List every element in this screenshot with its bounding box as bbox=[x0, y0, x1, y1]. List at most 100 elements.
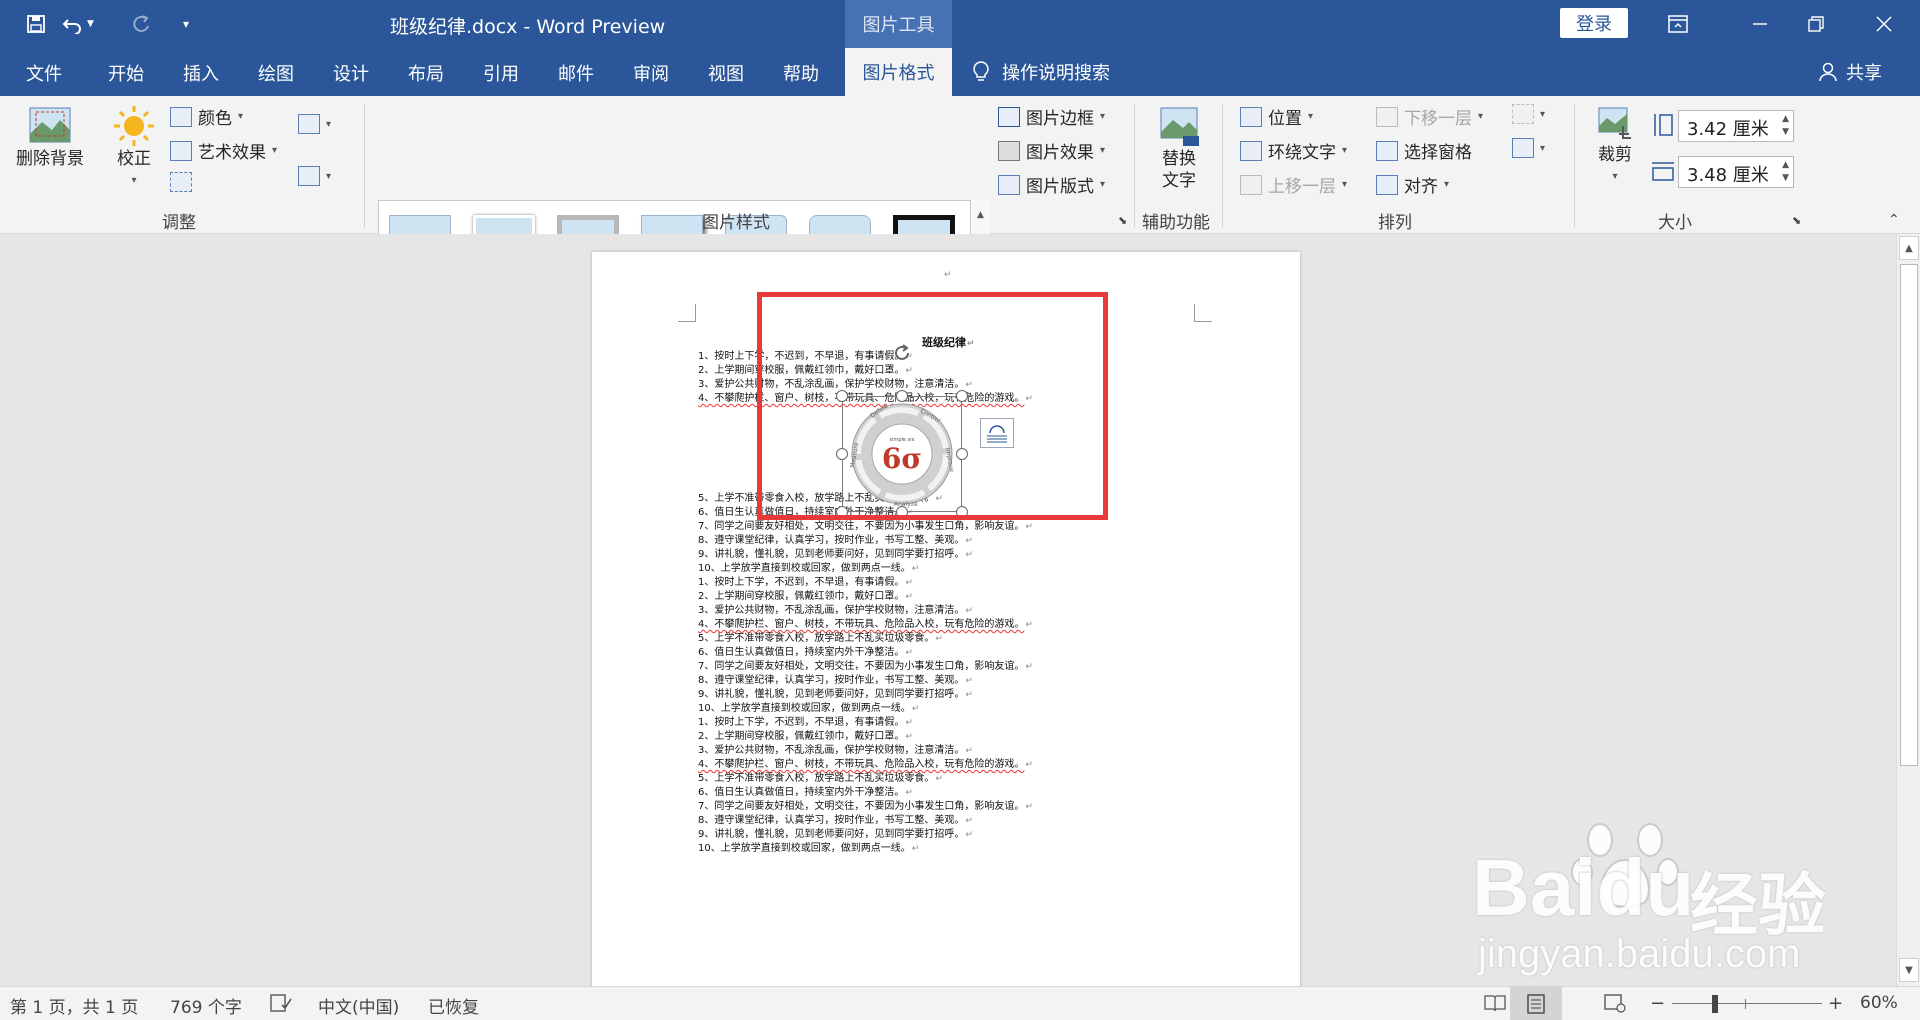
remove-background-button[interactable]: 删除背景 bbox=[12, 104, 88, 170]
document-paragraph[interactable]: 7、同学之间要友好相处，文明交往，不要因为小事发生口角，影响友谊。↵ bbox=[698, 520, 1033, 534]
tab-references[interactable]: 引用 bbox=[483, 60, 519, 86]
document-paragraph[interactable]: 4、不攀爬护栏、窗户、树枝，不带玩具、危险品入校，玩有危险的游戏。↵ bbox=[698, 758, 1033, 772]
zoom-in-icon[interactable]: + bbox=[1828, 993, 1843, 1014]
document-paragraph[interactable]: 3、爱护公共财物，不乱涂乱画，保护学校财物，注意清洁。↵ bbox=[698, 604, 973, 618]
paragraph-text: 5、上学不准带零食入校，放学路上不乱买垃圾零食。 bbox=[698, 773, 935, 784]
zoom-slider[interactable] bbox=[1672, 1003, 1822, 1004]
align-button[interactable]: 对齐 ▾ bbox=[1376, 172, 1449, 197]
picture-layout-button[interactable]: 图片版式 ▾ bbox=[998, 172, 1105, 197]
chevron-down-icon: ▾ bbox=[1342, 145, 1348, 156]
document-paragraph[interactable]: 5、上学不准带零食入校，放学路上不乱买垃圾零食。↵ bbox=[698, 772, 943, 786]
document-paragraph[interactable]: 9、讲礼貌，懂礼貌，见到老师要问好，见到同学要打招呼。↵ bbox=[698, 688, 973, 702]
document-paragraph[interactable]: 10、上学放学直接到校或回家，做到两点一线。↵ bbox=[698, 702, 919, 716]
artistic-effects-button[interactable]: 艺术效果 ▾ bbox=[170, 138, 277, 163]
scroll-down-icon[interactable]: ▼ bbox=[1899, 958, 1919, 982]
picture-effects-button[interactable]: 图片效果 ▾ bbox=[998, 138, 1105, 163]
sun-icon bbox=[114, 106, 154, 146]
vertical-scrollbar[interactable]: ▲ ▼ bbox=[1896, 234, 1920, 986]
document-paragraph[interactable]: 3、爱护公共财物，不乱涂乱画，保护学校财物，注意清洁。↵ bbox=[698, 744, 973, 758]
minimize-icon[interactable] bbox=[1730, 0, 1790, 48]
document-paragraph[interactable]: 5、上学不准带零食入校，放学路上不乱买垃圾零食。↵ bbox=[698, 632, 943, 646]
wrap-text-button[interactable]: 环绕文字 ▾ bbox=[1240, 138, 1347, 163]
width-spinner-icon[interactable]: ▲ ▼ bbox=[1782, 159, 1789, 185]
read-mode-icon[interactable] bbox=[1484, 993, 1506, 1018]
restore-icon[interactable] bbox=[1786, 0, 1846, 48]
scroll-thumb[interactable] bbox=[1900, 264, 1918, 766]
tab-design[interactable]: 设计 bbox=[333, 60, 369, 86]
document-paragraph[interactable]: 8、遵守课堂纪律，认真学习，按时作业，书写工整、美观。↵ bbox=[698, 674, 973, 688]
tab-help[interactable]: 帮助 bbox=[783, 60, 819, 86]
document-paragraph[interactable]: 4、不攀爬护栏、窗户、树枝，不带玩具、危险品入校，玩有危险的游戏。↵ bbox=[698, 618, 1033, 632]
document-paragraph[interactable]: 6、值日生认真做值日，持续室内外干净整洁。↵ bbox=[698, 786, 913, 800]
document-paragraph[interactable]: 7、同学之间要友好相处，文明交往，不要因为小事发生口角，影响友谊。↵ bbox=[698, 800, 1033, 814]
language-indicator[interactable]: 中文(中国) bbox=[318, 993, 399, 1018]
send-backward-button[interactable]: 下移一层 ▾ bbox=[1376, 104, 1483, 129]
customize-qat-icon[interactable]: ▾ bbox=[176, 10, 196, 38]
group-separator bbox=[1134, 104, 1135, 228]
zoom-slider-thumb[interactable] bbox=[1712, 995, 1718, 1013]
word-count[interactable]: 769 个字 bbox=[170, 993, 242, 1018]
zoom-level[interactable]: 60% bbox=[1860, 993, 1898, 1013]
height-input[interactable]: 3.42 厘米 ▲ ▼ bbox=[1678, 110, 1794, 142]
tell-me-search[interactable]: 操作说明搜索 bbox=[972, 59, 1110, 85]
alt-text-button[interactable]: 替换 文字 bbox=[1150, 104, 1208, 192]
document-paragraph[interactable]: 1、按时上下学，不迟到，不早退，有事请假。↵ bbox=[698, 716, 913, 730]
tab-review[interactable]: 审阅 bbox=[633, 60, 669, 86]
corrections-button[interactable]: 校正 ▾ bbox=[108, 104, 160, 192]
chevron-up-icon[interactable]: ▲ bbox=[977, 210, 984, 220]
height-spinner-icon[interactable]: ▲ ▼ bbox=[1782, 113, 1789, 139]
tab-file[interactable]: 文件 bbox=[26, 60, 62, 86]
document-paragraph[interactable]: 1、按时上下学，不迟到，不早退，有事请假。↵ bbox=[698, 576, 913, 590]
color-button[interactable]: 颜色 ▾ bbox=[170, 104, 243, 129]
width-input[interactable]: 3.48 厘米 ▲ ▼ bbox=[1678, 156, 1794, 188]
page-count[interactable]: 第 1 页，共 1 页 bbox=[10, 993, 138, 1018]
height-value: 3.42 厘米 bbox=[1687, 119, 1769, 140]
dialog-launcher-icon[interactable]: ⬊ bbox=[1118, 214, 1127, 227]
document-paragraph[interactable]: 2、上学期间穿校服，佩戴红领巾，戴好口罩。↵ bbox=[698, 590, 913, 604]
document-paragraph[interactable]: 10、上学放学直接到校或回家，做到两点一线。↵ bbox=[698, 562, 919, 576]
bring-forward-button[interactable]: 上移一层 ▾ bbox=[1240, 172, 1347, 197]
share-button[interactable]: 共享 bbox=[1818, 59, 1882, 85]
tab-layout[interactable]: 布局 bbox=[408, 60, 444, 86]
scroll-up-icon[interactable]: ▲ bbox=[1899, 236, 1919, 260]
paragraph-text: 1、按时上下学，不迟到，不早退，有事请假。 bbox=[698, 577, 905, 588]
dialog-launcher-icon[interactable]: ⬊ bbox=[1792, 214, 1801, 227]
tab-draw[interactable]: 绘图 bbox=[258, 60, 294, 86]
document-paragraph[interactable]: 8、遵守课堂纪律，认真学习，按时作业，书写工整、美观。↵ bbox=[698, 534, 973, 548]
rotate-button[interactable]: ▾ bbox=[1512, 138, 1545, 158]
web-layout-icon[interactable] bbox=[1604, 993, 1626, 1018]
document-paragraph[interactable]: 9、讲礼貌，懂礼貌，见到老师要问好，见到同学要打招呼。↵ bbox=[698, 828, 973, 842]
compress-pictures-button[interactable]: ▾ bbox=[298, 114, 331, 134]
transparency-button[interactable] bbox=[170, 172, 192, 192]
proofing-icon[interactable] bbox=[270, 993, 292, 1018]
save-icon[interactable] bbox=[22, 10, 50, 38]
redo-icon[interactable] bbox=[128, 10, 154, 38]
document-paragraph[interactable]: 8、遵守课堂纪律，认真学习，按时作业，书写工整、美观。↵ bbox=[698, 814, 973, 828]
change-picture-button[interactable]: ▾ bbox=[298, 166, 331, 186]
print-layout-icon[interactable] bbox=[1510, 987, 1562, 1020]
crop-button[interactable]: 裁剪 ▾ bbox=[1592, 104, 1638, 188]
collapse-ribbon-icon[interactable]: ⌃ bbox=[1888, 212, 1900, 228]
login-button[interactable]: 登录 bbox=[1560, 8, 1628, 38]
close-icon[interactable] bbox=[1854, 0, 1914, 48]
tab-insert[interactable]: 插入 bbox=[183, 60, 219, 86]
document-paragraph[interactable]: 10、上学放学直接到校或回家，做到两点一线。↵ bbox=[698, 842, 919, 856]
document-paragraph[interactable]: 6、值日生认真做值日，持续室内外干净整洁。↵ bbox=[698, 646, 913, 660]
corrections-label: 校正 bbox=[117, 149, 151, 169]
picture-border-button[interactable]: 图片边框 ▾ bbox=[998, 104, 1105, 129]
position-button[interactable]: 位置 ▾ bbox=[1240, 104, 1313, 129]
ribbon-display-options-icon[interactable] bbox=[1648, 0, 1708, 48]
document-paragraph[interactable]: 2、上学期间穿校服，佩戴红领巾，戴好口罩。↵ bbox=[698, 730, 913, 744]
zoom-out-icon[interactable]: − bbox=[1650, 993, 1665, 1014]
group-objects-button[interactable]: ▾ bbox=[1512, 104, 1545, 124]
undo-icon[interactable]: ▼ bbox=[58, 10, 98, 38]
tab-home[interactable]: 开始 bbox=[108, 60, 144, 86]
tab-picture-format[interactable]: 图片格式 bbox=[845, 48, 952, 96]
document-paragraph[interactable]: 9、讲礼貌，懂礼貌，见到老师要问好，见到同学要打招呼。↵ bbox=[698, 548, 973, 562]
document-paragraph[interactable]: 7、同学之间要友好相处，文明交往，不要因为小事发生口角，影响友谊。↵ bbox=[698, 660, 1033, 674]
selection-pane-button[interactable]: 选择窗格 bbox=[1376, 138, 1472, 163]
paragraph-text: 2、上学期间穿校服，佩戴红领巾，戴好口罩。 bbox=[698, 731, 905, 742]
tab-view[interactable]: 视图 bbox=[708, 60, 744, 86]
tab-mailings[interactable]: 邮件 bbox=[558, 60, 594, 86]
wrap-text-icon bbox=[1240, 140, 1262, 161]
